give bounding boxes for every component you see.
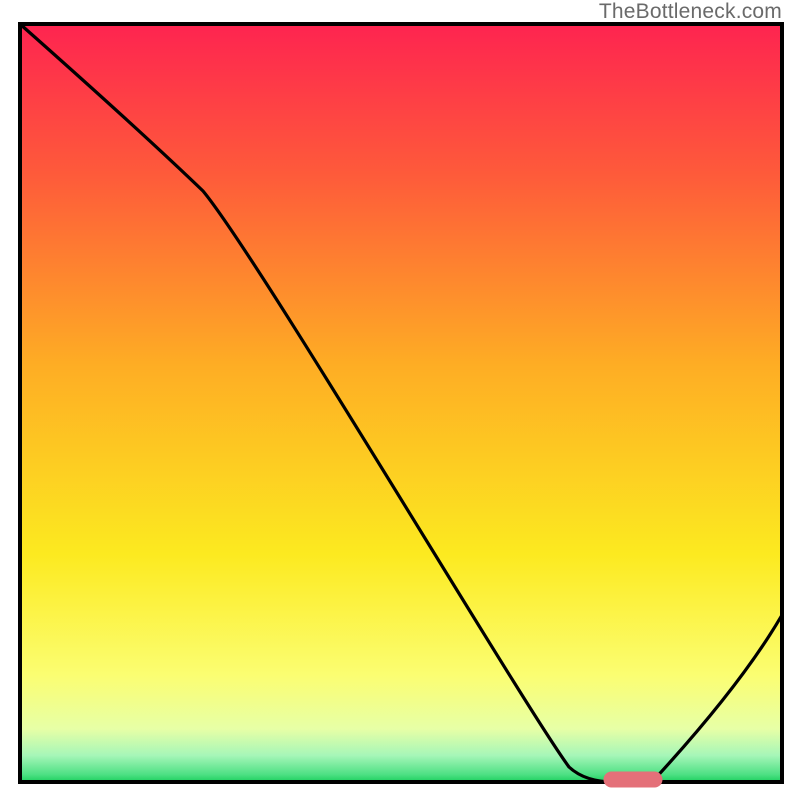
- bottleneck-chart: [0, 0, 800, 800]
- chart-container: TheBottleneck.com: [0, 0, 800, 800]
- watermark-text: TheBottleneck.com: [599, 0, 782, 24]
- gradient-background: [20, 24, 782, 782]
- optimal-range-marker: [604, 772, 662, 787]
